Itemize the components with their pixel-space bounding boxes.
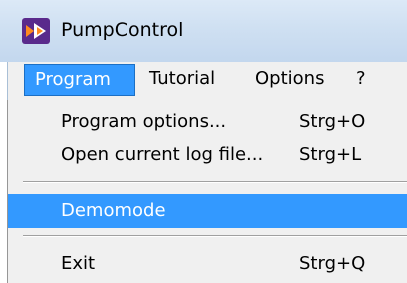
menu-item-shortcut: Strg+Q	[299, 253, 366, 274]
menu-bar: Program Tutorial Options ?	[7, 62, 407, 100]
menu-separator	[23, 181, 407, 183]
menu-item-shortcut: Strg+L	[299, 144, 362, 165]
application-window: PumpControl Program Tutorial Options ? P…	[0, 0, 407, 283]
menu-item-exit[interactable]: Exit Strg+Q	[8, 248, 407, 280]
menu-separator	[23, 235, 407, 237]
title-bar: PumpControl	[0, 0, 407, 62]
menu-item-label: Program options...	[61, 111, 227, 132]
menu-item-shortcut: Strg+O	[299, 111, 366, 132]
menu-tutorial[interactable]: Tutorial	[139, 64, 225, 96]
menu-program[interactable]: Program	[24, 64, 135, 96]
menu-item-label: Exit	[61, 253, 96, 274]
program-dropdown-menu: Program options... Strg+O Open current l…	[7, 100, 407, 283]
menu-item-label: Demomode	[61, 200, 166, 221]
menu-item-program-options[interactable]: Program options... Strg+O	[8, 106, 407, 138]
window-title: PumpControl	[61, 19, 184, 41]
menu-item-demomode[interactable]: Demomode	[8, 194, 407, 228]
menu-options[interactable]: Options	[245, 64, 334, 96]
menu-item-label: Open current log file...	[61, 144, 264, 165]
menu-help[interactable]: ?	[346, 64, 376, 96]
menu-item-open-log-file[interactable]: Open current log file... Strg+L	[8, 139, 407, 171]
pumpcontrol-app-icon[interactable]	[21, 17, 51, 45]
